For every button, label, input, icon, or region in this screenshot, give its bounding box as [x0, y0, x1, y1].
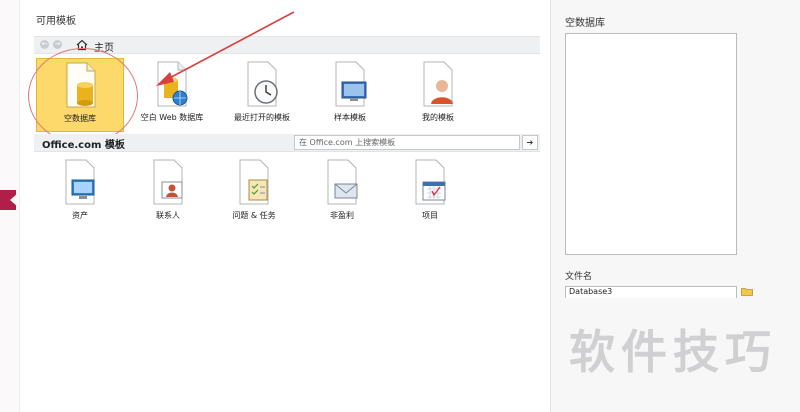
- office-tile-issues-tasks[interactable]: 问题 & 任务: [210, 156, 298, 230]
- back-arrow-icon[interactable]: ←: [40, 40, 49, 49]
- office-tile-nonprofit[interactable]: 非盈利: [298, 156, 386, 230]
- template-tile-my-templates[interactable]: 我的模板: [394, 58, 482, 132]
- tile-label: 问题 & 任务: [232, 211, 276, 220]
- tile-label: 项目: [422, 211, 438, 220]
- project-calendar-icon: [415, 159, 446, 205]
- template-tile-sample[interactable]: 样本模板: [306, 58, 394, 132]
- backstage-gutter: [0, 0, 20, 412]
- office-templates-bar: Office.com 模板 在 Office.com 上搜索模板 ➔: [34, 134, 540, 152]
- forward-arrow-icon[interactable]: →: [53, 40, 62, 49]
- tile-label: 样本模板: [334, 113, 366, 122]
- tile-label: 资产: [72, 211, 88, 220]
- database-details-panel: 空数据库 文件名 Database3 软件技巧: [550, 0, 800, 412]
- tile-label: 空白 Web 数据库: [140, 113, 204, 122]
- available-templates-title: 可用模板: [36, 16, 76, 27]
- filename-label: 文件名: [565, 272, 593, 282]
- side-panel-title: 空数据库: [565, 18, 605, 29]
- tile-label: 我的模板: [422, 113, 454, 122]
- tile-label: 最近打开的模板: [234, 113, 290, 122]
- sample-screen-icon: [335, 61, 367, 107]
- annotation-arrow-icon: [156, 11, 295, 86]
- office-search-input[interactable]: 在 Office.com 上搜索模板: [294, 135, 520, 150]
- access-new-file-screen: 可用模板 ← → 主页 空数据库 空白 Web 数据库 最近打开的模板 样本模板…: [0, 0, 800, 412]
- search-go-button[interactable]: ➔: [522, 135, 538, 150]
- office-templates-title: Office.com 模板: [42, 140, 125, 151]
- filename-input[interactable]: Database3: [565, 286, 737, 298]
- office-tile-projects[interactable]: 项目: [386, 156, 474, 230]
- office-tile-assets[interactable]: 资产: [36, 156, 124, 230]
- tile-label: 非盈利: [330, 211, 354, 220]
- asset-monitor-icon: [65, 159, 95, 205]
- template-preview: [565, 33, 737, 255]
- annotation-circle: [28, 48, 138, 144]
- task-checklist-icon: [239, 159, 269, 205]
- tile-label: 联系人: [156, 211, 180, 220]
- office-tile-contacts[interactable]: 联系人: [124, 156, 212, 230]
- active-tab-marker: [0, 190, 17, 210]
- user-person-icon: [423, 61, 453, 107]
- contact-card-icon: [153, 159, 183, 205]
- nonprofit-envelope-icon: [327, 159, 358, 205]
- watermark-text: 软件技巧: [569, 325, 777, 379]
- templates-panel: 可用模板 ← → 主页 空数据库 空白 Web 数据库 最近打开的模板 样本模板…: [28, 0, 542, 412]
- folder-icon[interactable]: [741, 287, 753, 296]
